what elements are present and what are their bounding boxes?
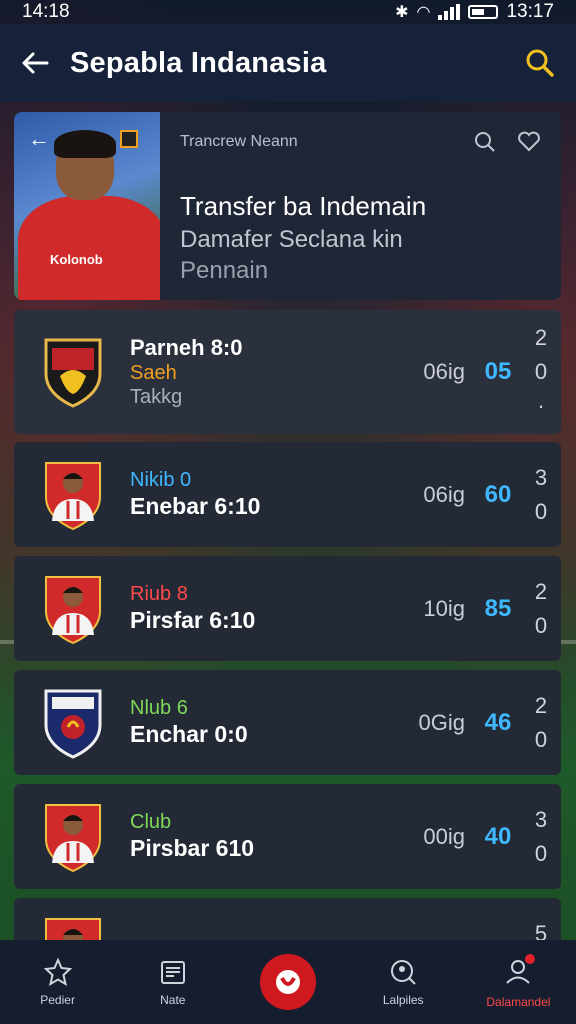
row-name: Enebar 6:10 [130,493,261,520]
bottom-nav: Pedier Nate Lalpiles Dalamandel [0,940,576,1024]
list-item[interactable]: Riub 8 Pirsfar 6:10 10ig 85 2 0 [14,556,561,661]
bluetooth-icon: ✱ [395,4,409,21]
hero-title: Transfer ba Indemain [180,191,427,221]
nav-label: Nate [160,993,186,1007]
row-label: Nlub 6 [130,697,188,720]
search-icon[interactable] [473,130,497,154]
back-button[interactable] [0,24,70,102]
flag-icon [120,130,138,148]
row-score: 85 [484,594,512,622]
search-user-icon [391,960,416,985]
arrow-left-icon [22,52,49,74]
row-label: Riub 8 [130,583,188,606]
row-name: Saeh [130,362,177,385]
page-title: Sepabla Indanasia [70,46,327,79]
crest [42,801,104,873]
row-score: 60 [484,480,512,508]
breadcrumb: Trancrew Neann [180,133,298,150]
row-score: 05 [484,358,512,385]
row-side-mid: 0 [534,359,548,384]
nav-item-home[interactable] [230,940,345,1024]
crest [42,573,104,645]
nav-label: Lalpiles [382,993,424,1007]
row-side-bot: · [537,393,545,418]
heart-icon[interactable] [517,130,541,154]
row-side-mid: 0 [534,498,548,524]
logo-icon [260,954,316,1010]
nav-item-nate[interactable]: Nate [115,940,230,1024]
status-time-right: 13:17 [506,1,554,22]
app-header: Sepabla Indanasia [0,24,576,102]
crest [42,687,104,759]
news-icon [160,961,185,984]
row-name: Enchar 0:0 [130,721,248,748]
player-avatar-icon [45,461,101,530]
status-time-left: 14:18 [22,1,70,22]
status-bar: 14:18 ✱ ◠ 13:17 [0,0,576,24]
row-score: 46 [484,708,512,736]
list-item[interactable]: Club Pirsbar 610 00ig 40 3 0 [14,784,561,889]
wifi-icon: ◠ [416,4,431,21]
nav-item-pedier[interactable]: Pedier [0,940,115,1024]
row-stat: 06ig [423,481,465,507]
row-side-mid: 0 [534,840,548,866]
player-avatar-icon [45,803,101,872]
hero-subline: Pennain [180,256,269,284]
list-item[interactable]: Nikib 0 Enebar 6:10 06ig 60 3 0 [14,442,561,547]
nav-label: Dalamandel [486,994,551,1009]
row-side-top: 2 [534,325,548,350]
row-label: Parneh 8:0 [130,334,243,360]
row-stat: 10ig [423,595,465,621]
player-photo: Kolonob ← [14,112,160,300]
row-stat: 06ig [423,359,465,384]
row-stat: 0Gig [418,709,465,735]
club-crest-icon [44,689,102,759]
featured-transfer-card[interactable]: Kolonob ← Trancrew Neann Transfer ba Ind… [14,112,561,300]
search-icon [526,49,554,77]
row-stat: 00ig [423,823,465,849]
arrow-left-icon[interactable]: ← [28,126,50,152]
row-side-mid: 0 [534,726,548,752]
crest [42,336,104,408]
row-side-top: 2 [534,692,548,718]
nav-label: Pedier [40,993,75,1007]
hero-subtitle: Damafer Seclana kin [180,225,403,253]
club-crest-icon [44,338,102,408]
battery-icon [468,5,499,19]
row-name: Pirsbar 610 [130,835,255,862]
row-side-mid: 0 [534,612,548,638]
signal-icon [438,4,461,20]
list-item[interactable]: Parneh 8:0 Saeh Takkg 06ig 05 2 0 · [14,310,561,434]
crest [42,459,104,531]
row-score: 40 [484,822,512,850]
row-side-top: 3 [534,464,548,490]
row-label: Nikib 0 [130,469,192,492]
row-side-top: 3 [534,806,548,832]
nav-item-lalpiles[interactable]: Lalpiles [346,940,461,1024]
row-side-top: 2 [534,578,548,604]
transfer-list: Parneh 8:0 Saeh Takkg 06ig 05 2 0 · Nikib 0 Eneba… [14,310,561,1012]
row-extra: Takkg [130,386,183,409]
list-item[interactable]: Nlub 6 Enchar 0:0 0Gig 46 2 0 [14,670,561,775]
row-name: Pirsfar 6:10 [130,607,256,634]
star-icon [43,957,72,987]
jersey-text: Kolonob [50,252,103,267]
row-label: Club [130,811,172,834]
nav-item-dalamandel[interactable]: Dalamandel [461,940,576,1024]
player-avatar-icon [45,575,101,644]
search-button[interactable] [504,24,576,102]
notification-dot [525,953,536,964]
